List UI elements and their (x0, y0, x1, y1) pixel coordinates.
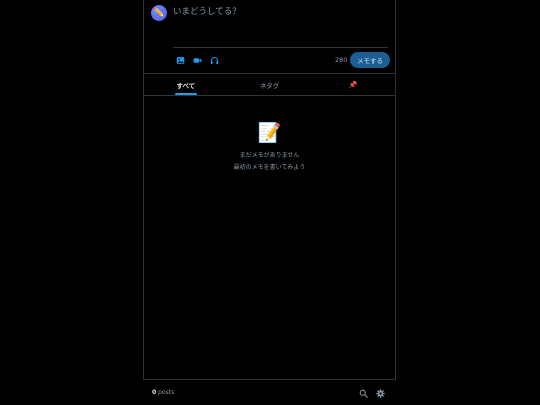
memo-icon: 📝 (257, 122, 282, 144)
composer-toolbar (175, 55, 219, 65)
image-icon[interactable] (175, 55, 185, 65)
search-icon[interactable] (358, 388, 368, 398)
post-count-value: 0 (152, 389, 157, 396)
compose-input[interactable] (173, 5, 388, 43)
app-column: ✏️ 280 メモする すべて ネタグ 📌 📝 (143, 0, 396, 380)
gear-icon[interactable] (375, 388, 385, 398)
tab-netag-label: ネタグ (259, 81, 280, 90)
post-count-unit: posts (158, 389, 175, 396)
post-count: 0 posts (152, 389, 174, 396)
pin-icon: 📌 (348, 80, 358, 89)
tab-all[interactable]: すべて (144, 74, 228, 95)
tab-bar: すべて ネタグ 📌 (144, 74, 395, 96)
avatar-emoji: ✏️ (153, 7, 165, 18)
tab-all-label: すべて (176, 81, 196, 90)
footer-bar: 0 posts (143, 380, 396, 405)
composer-divider (173, 47, 388, 48)
empty-state: 📝 まだメモがありません 最初のメモを書いてみよう (144, 124, 395, 173)
empty-state-message: まだメモがありません (239, 152, 300, 159)
char-count: 280 (335, 56, 348, 64)
tab-pinned[interactable]: 📌 (311, 74, 395, 95)
composer: ✏️ 280 メモする (144, 0, 395, 74)
avatar[interactable]: ✏️ (151, 5, 167, 21)
headphones-icon[interactable] (209, 55, 219, 65)
tab-netag[interactable]: ネタグ (228, 74, 312, 95)
video-icon[interactable] (192, 55, 202, 65)
submit-memo-button[interactable]: メモする (350, 52, 390, 68)
empty-state-hint: 最初のメモを書いてみよう (233, 163, 306, 171)
